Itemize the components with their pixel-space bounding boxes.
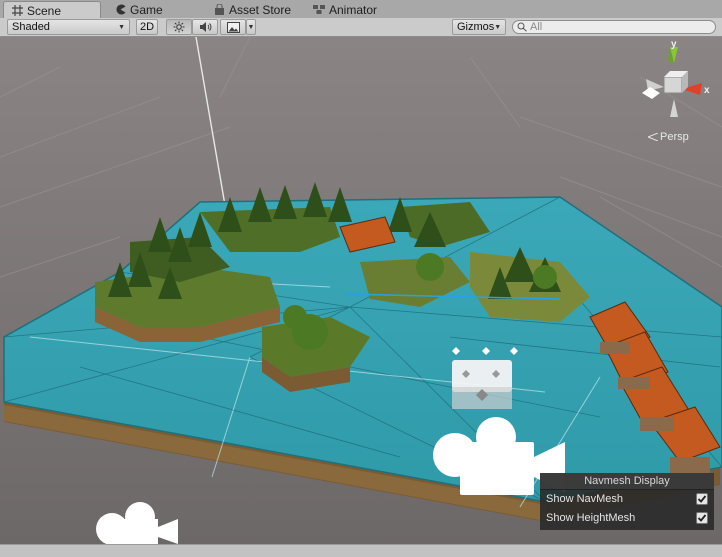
caret-down-icon: ▼ (118, 23, 125, 31)
axis-label-x: x (704, 85, 710, 96)
caret-down-icon: ▼ (494, 23, 502, 31)
status-bar (0, 544, 722, 557)
shopping-bag-icon (215, 4, 224, 15)
draw-mode-dropdown[interactable]: Shaded ▼ (7, 19, 130, 35)
pacman-icon (116, 4, 126, 15)
perspective-icon (648, 133, 658, 141)
tab-label: Asset Store (229, 2, 292, 17)
scene-orientation-gizmo[interactable]: y x (636, 41, 722, 125)
tab-scene[interactable]: Scene (3, 1, 101, 19)
search-input[interactable] (530, 21, 705, 33)
scene-render (0, 37, 722, 544)
checkmark-icon (697, 495, 707, 503)
toggle-2d-label: 2D (139, 21, 155, 33)
scene-lighting-button[interactable] (166, 19, 192, 35)
navmesh-display-panel: Navmesh Display Show NavMesh Show Height… (540, 473, 714, 530)
animator-icon (313, 5, 325, 14)
sun-icon (173, 21, 185, 33)
hierarchy-search-field[interactable] (512, 20, 716, 34)
image-icon (226, 21, 240, 33)
draw-mode-label: Shaded (12, 21, 50, 33)
tab-label: Animator (329, 2, 378, 17)
tab-game[interactable]: Game (107, 1, 203, 18)
orientation-axes (642, 47, 702, 117)
tab-label: Scene (27, 3, 62, 18)
toggle-2d-button[interactable]: 2D (136, 19, 158, 35)
projection-toggle[interactable]: Persp (648, 131, 689, 143)
grid-icon (12, 5, 23, 16)
tab-label: Game (130, 2, 163, 17)
search-icon (517, 22, 527, 32)
show-heightmesh-checkbox[interactable] (696, 512, 708, 524)
scene-audio-button[interactable] (192, 19, 218, 35)
scene-viewport[interactable]: y x Persp Navmesh Display Show NavMesh S… (0, 37, 722, 544)
show-navmesh-option[interactable]: Show NavMesh (540, 490, 714, 509)
axis-label-y: y (671, 41, 677, 50)
checkmark-icon (697, 514, 707, 522)
show-heightmesh-label: Show HeightMesh (546, 512, 636, 524)
navmesh-display-title: Navmesh Display (540, 473, 714, 490)
editor-tab-bar: Scene Game Asset Store Animator (0, 0, 722, 19)
tab-asset-store[interactable]: Asset Store (206, 1, 306, 18)
caret-down-icon: ▼ (247, 23, 255, 31)
scene-toolbar: Shaded ▼ 2D ▼ Gizmos ▼ (0, 18, 722, 37)
show-navmesh-checkbox[interactable] (696, 493, 708, 505)
gizmos-dropdown[interactable]: Gizmos ▼ (452, 19, 506, 35)
show-navmesh-label: Show NavMesh (546, 493, 624, 505)
scene-effects-button[interactable] (220, 19, 246, 35)
projection-label: Persp (660, 131, 689, 143)
gizmos-label: Gizmos (457, 21, 495, 33)
speaker-icon (199, 22, 211, 32)
effects-dropdown-button[interactable]: ▼ (246, 19, 256, 35)
tab-animator[interactable]: Animator (305, 1, 401, 18)
show-heightmesh-option[interactable]: Show HeightMesh (540, 509, 714, 528)
